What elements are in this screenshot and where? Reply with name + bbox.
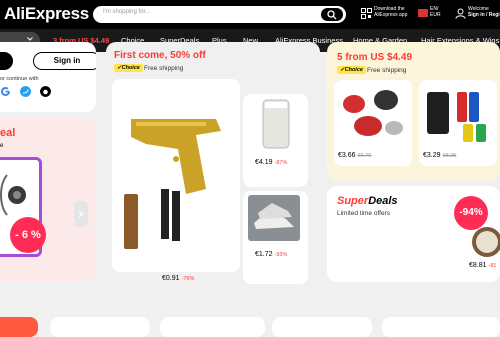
deal-subtitle: e [0, 143, 3, 149]
qr-code-icon[interactable] [361, 8, 372, 19]
apple-icon[interactable] [40, 86, 51, 97]
cookware-set-image [338, 84, 408, 144]
choice-promo-title: First come, 50% off [114, 50, 206, 61]
toy-pistol-image [116, 99, 236, 249]
deal-card-left[interactable]: eal e - 6 % 15 [0, 117, 95, 282]
chevron-down-icon [27, 37, 33, 41]
chevron-right-icon [78, 210, 84, 218]
choice-badge: ✓Choice [337, 66, 366, 74]
top-header: AliExpress I'm shopping for... Download … [0, 0, 500, 29]
product-card-sneakers[interactable]: €1.72-93% [243, 191, 308, 284]
twitter-icon[interactable] [20, 86, 31, 97]
product-price: €1.72-93% [255, 251, 287, 258]
signin-card: Sign in or continue with [0, 42, 96, 112]
superdeals-title: SuperDeals [337, 195, 398, 207]
choice-badge: ✓Choice [114, 64, 143, 72]
register-button[interactable] [0, 52, 13, 70]
continue-with-label: or continue with [0, 76, 39, 82]
search-bar[interactable]: I'm shopping for... [93, 6, 346, 23]
carousel-next-button[interactable] [74, 201, 88, 227]
flag-icon [418, 9, 428, 17]
tumbler-image [251, 96, 301, 151]
signin-button[interactable]: Sign in [33, 52, 96, 70]
search-input[interactable]: I'm shopping for... [103, 9, 150, 15]
user-icon[interactable] [455, 8, 466, 19]
luggage-covers-image [421, 82, 495, 144]
search-icon [327, 10, 337, 20]
product-price: €3.66€6.70 [338, 152, 371, 159]
superdeals-card[interactable]: SuperDeals Limited time offers -94% €8.8… [327, 186, 500, 282]
bottom-product-card[interactable] [382, 317, 500, 337]
product-price: €4.19-87% [255, 159, 287, 166]
product-price: €3.29€8.25 [423, 152, 456, 159]
google-icon[interactable] [0, 86, 11, 97]
choice-promo-card[interactable]: First come, 50% off ✓Choice Free shippin… [106, 42, 320, 282]
bundle-promo-card[interactable]: 5 from US $4.49 ✓Choice Free shipping €3… [327, 42, 500, 180]
discount-badge: - 6 % [10, 217, 46, 253]
search-button[interactable] [321, 8, 343, 21]
language-currency-selector[interactable]: EN/ EUR [430, 6, 441, 18]
free-shipping-label: Free shipping [367, 67, 406, 74]
watch-image[interactable] [467, 222, 500, 262]
bottom-product-card[interactable] [160, 317, 265, 337]
aliexpress-logo[interactable]: AliExpress [4, 4, 89, 24]
account-signin-link[interactable]: Welcome Sign in / Regi [468, 6, 500, 18]
free-shipping-label: Free shipping [144, 65, 183, 72]
deal-title: eal [0, 127, 15, 139]
bottom-product-card[interactable] [272, 317, 372, 337]
sneakers-image [246, 193, 302, 243]
product-card-tumbler[interactable]: €4.19-87% [243, 94, 308, 187]
product-price: €8.81-81 [469, 262, 496, 269]
product-price: €0.91-76% [162, 275, 194, 282]
bottom-promo-card[interactable] [0, 317, 38, 337]
bundle-promo-title: 5 from US $4.49 [337, 52, 412, 63]
superdeals-subtitle: Limited time offers [337, 210, 390, 217]
product-card-toy-pistol[interactable]: €0.91-76% [112, 79, 240, 272]
bottom-product-card[interactable] [50, 317, 150, 337]
product-card-luggage-cover[interactable]: €3.29€8.25 [419, 80, 497, 166]
download-app-link[interactable]: Download the AliExpress app [374, 6, 407, 18]
product-card-cookware[interactable]: €3.66€6.70 [334, 80, 412, 166]
